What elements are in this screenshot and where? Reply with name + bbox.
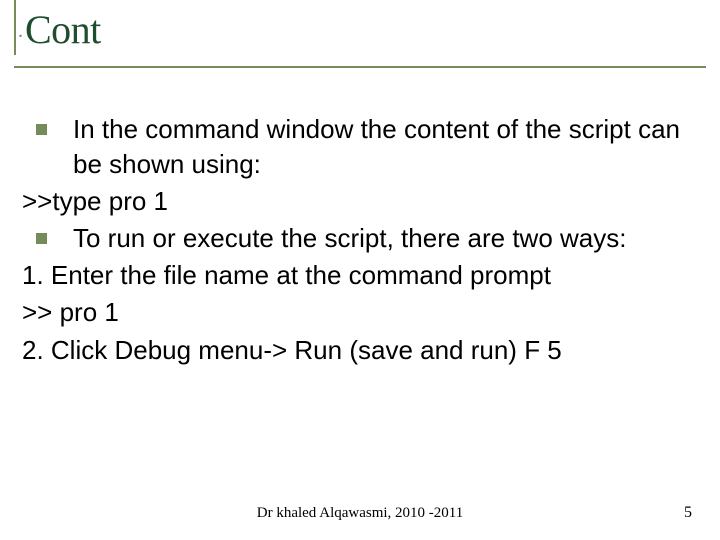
slide-body: In the command window the content of the… (22, 112, 698, 370)
bullet-text: In the command window the content of the… (73, 112, 698, 182)
footer-author: Dr khaled Alqawasmi, 2010 -2011 (0, 505, 720, 522)
title-dot-accent: . (18, 20, 23, 42)
numbered-line: 2. Click Debug menu-> Run (save and run)… (22, 333, 698, 368)
square-bullet-icon (36, 124, 47, 135)
bullet-text: To run or execute the script, there are … (73, 221, 698, 256)
code-line: >> pro 1 (22, 295, 698, 330)
bullet-item: In the command window the content of the… (22, 112, 698, 182)
square-bullet-icon (36, 233, 47, 244)
slide-title-area: .Cont (0, 0, 720, 65)
title-underline (14, 66, 706, 68)
code-line: >>type pro 1 (22, 184, 698, 219)
footer-page-number: 5 (684, 504, 692, 522)
bullet-item: To run or execute the script, there are … (22, 221, 698, 256)
numbered-line: 1. Enter the file name at the command pr… (22, 258, 698, 293)
slide-title: Cont (25, 7, 101, 52)
